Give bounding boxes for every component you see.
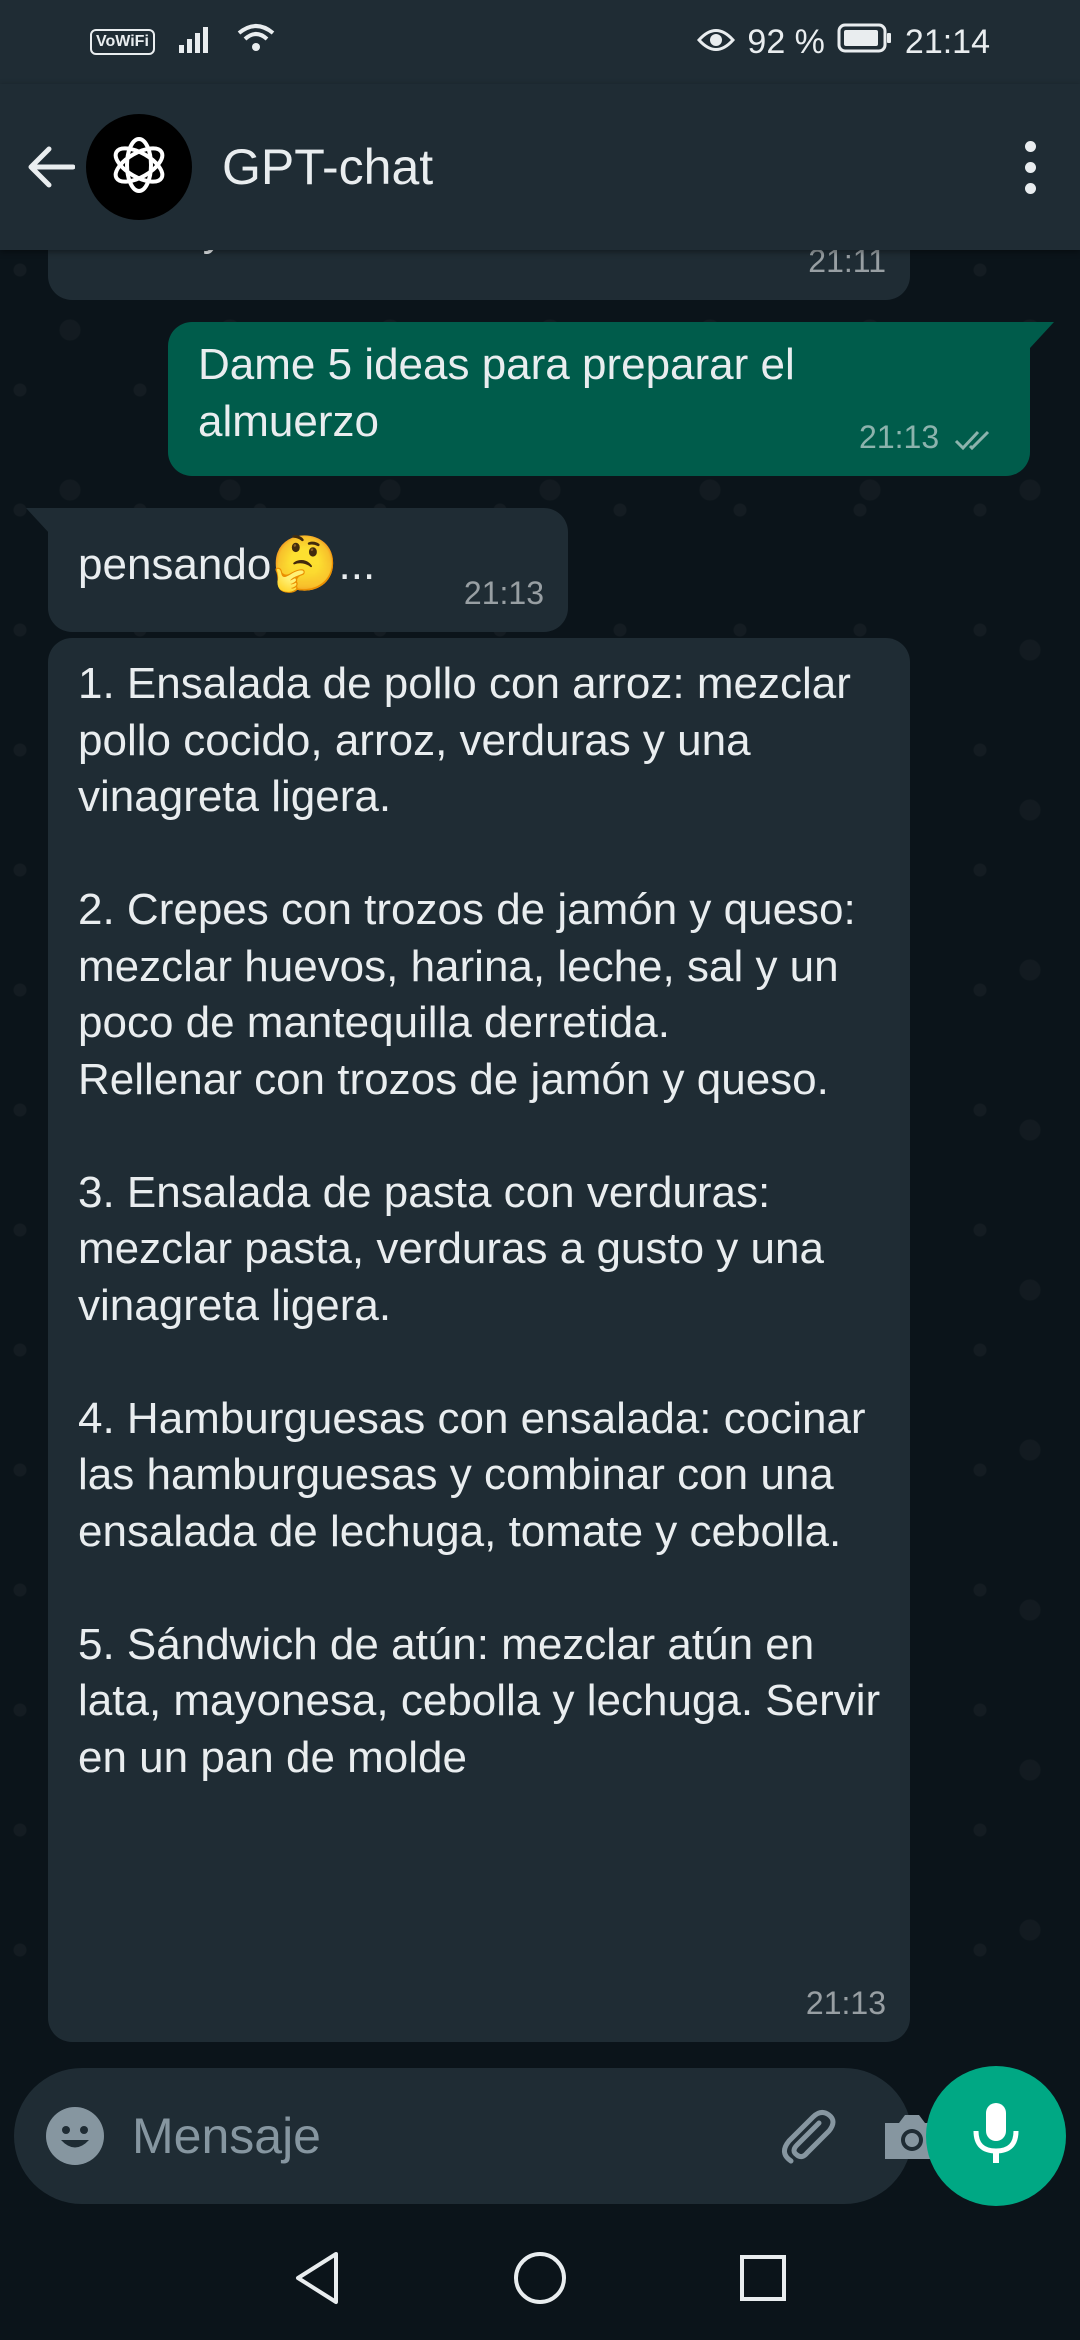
attach-icon[interactable] <box>775 2103 841 2169</box>
message-time: 21:13 <box>805 1985 886 2021</box>
message-text: 1. Ensalada de pollo con arroz: mezclar … <box>78 659 881 1782</box>
avatar[interactable] <box>86 114 192 220</box>
message-time: 21:11 <box>808 250 886 279</box>
home-circle-icon[interactable] <box>512 2250 568 2311</box>
thinking-ellipsis: ... <box>338 540 376 589</box>
thinking-text: pensando <box>78 540 272 589</box>
message-text: Dame 5 ideas para preparar el almuerzo <box>198 340 795 446</box>
mic-icon <box>971 2101 1021 2172</box>
back-arrow-icon[interactable] <box>20 137 80 197</box>
message-input[interactable] <box>132 2107 775 2165</box>
message-incoming[interactable]: Pide ayuda cuando la neces 21:11 <box>48 250 910 300</box>
thinking-emoji: 🤔 <box>271 534 339 594</box>
signal-icon <box>178 23 213 62</box>
message-meta: 21:13 <box>859 409 1000 466</box>
bubble-tail <box>26 508 50 534</box>
message-text: pensando 🤔 ... <box>78 536 375 593</box>
message-time: 21:13 <box>859 419 940 455</box>
message-incoming[interactable]: 1. Ensalada de pollo con arroz: mezclar … <box>48 638 910 2042</box>
message-outgoing[interactable]: Dame 5 ideas para preparar el almuerzo 2… <box>168 322 1030 476</box>
system-nav-bar <box>0 2220 1080 2340</box>
chat-area[interactable]: Pide ayuda cuando la neces 21:11 Dame 5 … <box>0 250 1080 2060</box>
openai-logo-icon <box>106 132 172 203</box>
battery-level: 92 % <box>747 22 825 61</box>
emoji-icon[interactable] <box>44 2105 106 2167</box>
recents-square-icon[interactable] <box>738 2253 788 2308</box>
vowifi-badge: VoWiFi <box>90 29 155 55</box>
message-time: 21:13 <box>463 575 544 611</box>
more-options-icon[interactable] <box>1000 127 1060 207</box>
bubble-tail <box>1030 322 1054 348</box>
eye-icon <box>697 23 736 62</box>
mic-button[interactable] <box>926 2066 1066 2206</box>
status-bar: VoWiFi 92 % 21:14 <box>0 0 1080 84</box>
double-check-icon <box>948 419 1000 455</box>
chat-header: GPT-chat <box>0 84 1080 250</box>
chat-title[interactable]: GPT-chat <box>222 138 433 196</box>
battery-icon <box>837 23 893 62</box>
message-text: Pide ayuda cuando la neces <box>78 250 631 259</box>
back-triangle-icon[interactable] <box>292 2250 342 2311</box>
clock: 21:14 <box>904 22 990 61</box>
message-incoming[interactable]: pensando 🤔 ... 21:13 <box>48 508 568 632</box>
message-composer <box>14 2068 939 2204</box>
wifi-icon <box>237 23 275 62</box>
